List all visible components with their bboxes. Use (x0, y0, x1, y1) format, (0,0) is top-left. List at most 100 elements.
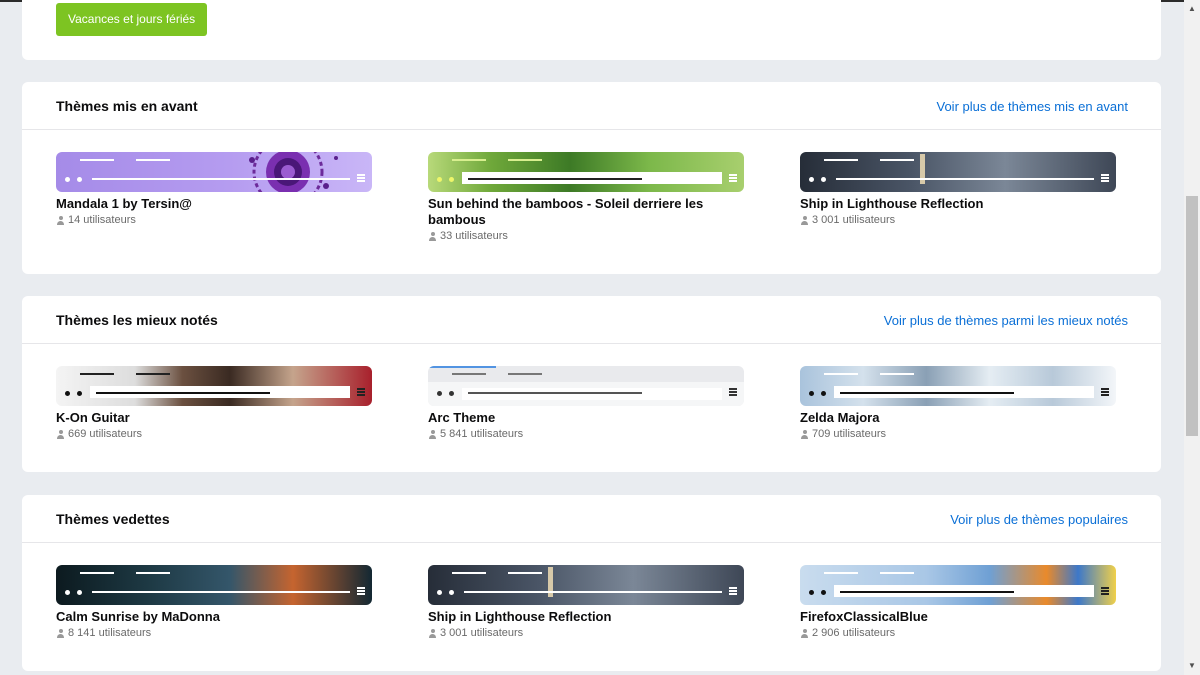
see-more-top-rated-link[interactable]: Voir plus de thèmes parmi les mieux noté… (884, 313, 1128, 328)
section-header: Thèmes les mieux notés Voir plus de thèm… (22, 296, 1161, 344)
user-count: 14 utilisateurs (68, 214, 136, 226)
theme-card[interactable]: Ship in Lighthouse Reflection 3 001 util… (428, 565, 744, 639)
preview-tab (508, 572, 542, 574)
theme-users: 709 utilisateurs (800, 428, 1116, 440)
see-more-popular-link[interactable]: Voir plus de thèmes populaires (950, 512, 1128, 527)
preview-dot (821, 590, 826, 595)
scroll-down-arrow-icon[interactable]: ▼ (1188, 661, 1196, 670)
preview-tab (452, 373, 486, 375)
preview-dot (449, 391, 454, 396)
theme-preview[interactable] (428, 565, 744, 605)
menu-icon (1101, 174, 1109, 182)
preview-dot (437, 590, 442, 595)
theme-preview[interactable] (56, 366, 372, 406)
preview-dot (821, 177, 826, 182)
theme-preview[interactable] (56, 152, 372, 192)
theme-users: 14 utilisateurs (56, 214, 372, 226)
preview-urlbar (96, 392, 270, 394)
theme-name[interactable]: Zelda Majora (800, 410, 1116, 426)
user-count: 8 141 utilisateurs (68, 627, 152, 639)
top-rated-themes-section: Thèmes les mieux notés Voir plus de thèm… (22, 296, 1161, 472)
menu-icon (357, 388, 365, 396)
user-icon (56, 429, 65, 439)
theme-preview[interactable] (56, 565, 372, 605)
section-title: Thèmes mis en avant (56, 98, 198, 114)
preview-tab (80, 373, 114, 375)
theme-card[interactable]: FirefoxClassicalBlue 2 906 utilisateurs (800, 565, 1116, 639)
theme-card[interactable]: Calm Sunrise by MaDonna 8 141 utilisateu… (56, 565, 372, 639)
theme-users: 3 001 utilisateurs (428, 627, 744, 639)
theme-name[interactable]: K-On Guitar (56, 410, 372, 426)
scroll-up-arrow-icon[interactable]: ▲ (1188, 4, 1196, 13)
preview-urlbar (836, 178, 1094, 180)
menu-icon (729, 388, 737, 396)
section-header: Thèmes vedettes Voir plus de thèmes popu… (22, 495, 1161, 543)
theme-name[interactable]: Arc Theme (428, 410, 744, 426)
user-icon (428, 429, 437, 439)
theme-card[interactable]: Zelda Majora 709 utilisateurs (800, 366, 1116, 440)
theme-card[interactable]: K-On Guitar 669 utilisateurs (56, 366, 372, 440)
see-more-featured-link[interactable]: Voir plus de thèmes mis en avant (937, 99, 1129, 114)
section-title: Thèmes vedettes (56, 511, 170, 527)
theme-name[interactable]: Ship in Lighthouse Reflection (800, 196, 1116, 212)
section-header: Thèmes mis en avant Voir plus de thèmes … (22, 82, 1161, 130)
theme-name[interactable]: Sun behind the bamboos - Soleil derriere… (428, 196, 744, 228)
theme-name[interactable]: Mandala 1 by Tersin@ (56, 196, 372, 212)
preview-tab (136, 373, 170, 375)
preview-urlbar (92, 178, 350, 180)
user-icon (800, 429, 809, 439)
user-icon (56, 628, 65, 638)
theme-preview[interactable] (800, 565, 1116, 605)
theme-preview[interactable] (800, 366, 1116, 406)
mandala-art (249, 152, 338, 192)
preview-tab (452, 572, 486, 574)
preview-tab (136, 159, 170, 161)
preview-tab (80, 159, 114, 161)
preview-dot (809, 391, 814, 396)
theme-name[interactable]: Ship in Lighthouse Reflection (428, 609, 744, 625)
preview-dot (65, 590, 70, 595)
preview-tab (824, 572, 858, 574)
preview-dot (77, 177, 82, 182)
preview-dot (449, 177, 454, 182)
preview-dot (821, 391, 826, 396)
theme-name[interactable]: FirefoxClassicalBlue (800, 609, 1116, 625)
user-count: 669 utilisateurs (68, 428, 142, 440)
menu-icon (729, 587, 737, 595)
user-count: 3 001 utilisateurs (812, 214, 896, 226)
preview-urlbar (468, 392, 642, 394)
page-scrollbar[interactable]: ▲ ▼ (1184, 0, 1200, 675)
theme-preview[interactable] (428, 152, 744, 192)
preview-dot (65, 391, 70, 396)
user-icon (428, 231, 437, 241)
preview-tab (824, 159, 858, 161)
preview-tab (508, 373, 542, 375)
preview-dot (77, 590, 82, 595)
preview-tab (880, 572, 914, 574)
preview-urlbar (464, 591, 722, 593)
holiday-themes-button[interactable]: Vacances et jours fériés (56, 3, 208, 36)
theme-preview[interactable] (800, 152, 1116, 192)
scrollbar-thumb[interactable] (1186, 196, 1198, 436)
theme-card[interactable]: Sun behind the bamboos - Soleil derriere… (428, 152, 744, 242)
theme-name[interactable]: Calm Sunrise by MaDonna (56, 609, 372, 625)
user-count: 2 906 utilisateurs (812, 627, 896, 639)
preview-tab (136, 572, 170, 574)
preview-urlbar (468, 178, 642, 180)
theme-users: 5 841 utilisateurs (428, 428, 744, 440)
featured-themes-section: Thèmes mis en avant Voir plus de thèmes … (22, 82, 1161, 274)
preview-dot (449, 590, 454, 595)
preview-tab (824, 373, 858, 375)
theme-card[interactable]: Mandala 1 by Tersin@ 14 utilisateurs (56, 152, 372, 226)
theme-users: 2 906 utilisateurs (800, 627, 1116, 639)
theme-card[interactable]: Arc Theme 5 841 utilisateurs (428, 366, 744, 440)
theme-preview[interactable] (428, 366, 744, 406)
user-icon (800, 628, 809, 638)
section-title: Thèmes les mieux notés (56, 312, 218, 328)
user-count: 709 utilisateurs (812, 428, 886, 440)
holiday-card: Vacances et jours fériés (22, 0, 1161, 60)
theme-card[interactable]: Ship in Lighthouse Reflection 3 001 util… (800, 152, 1116, 226)
preview-dot (809, 590, 814, 595)
theme-users: 669 utilisateurs (56, 428, 372, 440)
preview-urlfield (462, 388, 722, 400)
